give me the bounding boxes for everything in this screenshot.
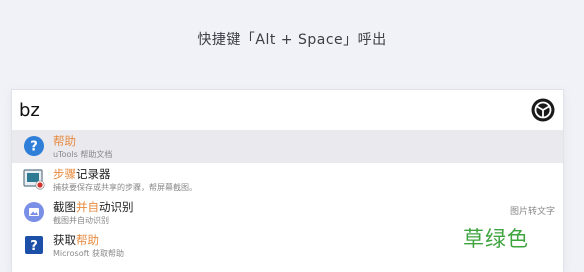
result-desc: 截图并自动识别 bbox=[53, 216, 109, 225]
result-title: 截图并自动识别 bbox=[53, 200, 134, 214]
svg-text:?: ? bbox=[30, 239, 38, 254]
image-ocr-icon bbox=[24, 202, 44, 222]
result-desc: 捕获要保存或共享的步骤，帮屏幕截图。 bbox=[53, 183, 197, 192]
watermark-text: 草绿色 bbox=[463, 227, 529, 251]
result-item-help[interactable]: ? 帮助 uTools 帮助文档 bbox=[12, 130, 563, 163]
svg-text:?: ? bbox=[30, 140, 38, 155]
result-item-steps-recorder[interactable]: 步骤记录器 捕获要保存或共享的步骤，帮屏幕截图。 bbox=[12, 163, 563, 196]
result-desc: Microsoft 获取帮助 bbox=[53, 249, 124, 258]
result-title: 帮助 bbox=[53, 134, 76, 148]
result-desc: uTools 帮助文档 bbox=[53, 150, 113, 159]
question-icon: ? bbox=[24, 136, 44, 156]
get-help-icon: ? bbox=[25, 236, 43, 254]
search-bar bbox=[12, 90, 563, 131]
shortcut-hint: 快捷键「Alt + Space」呼出 bbox=[197, 32, 387, 48]
result-title: 获取帮助 bbox=[53, 233, 99, 247]
utools-logo-icon[interactable] bbox=[531, 98, 555, 122]
result-tag: 图片转文字 bbox=[509, 207, 555, 217]
steps-recorder-icon bbox=[23, 169, 45, 190]
result-title: 步骤记录器 bbox=[53, 167, 111, 181]
search-input[interactable] bbox=[19, 97, 519, 123]
